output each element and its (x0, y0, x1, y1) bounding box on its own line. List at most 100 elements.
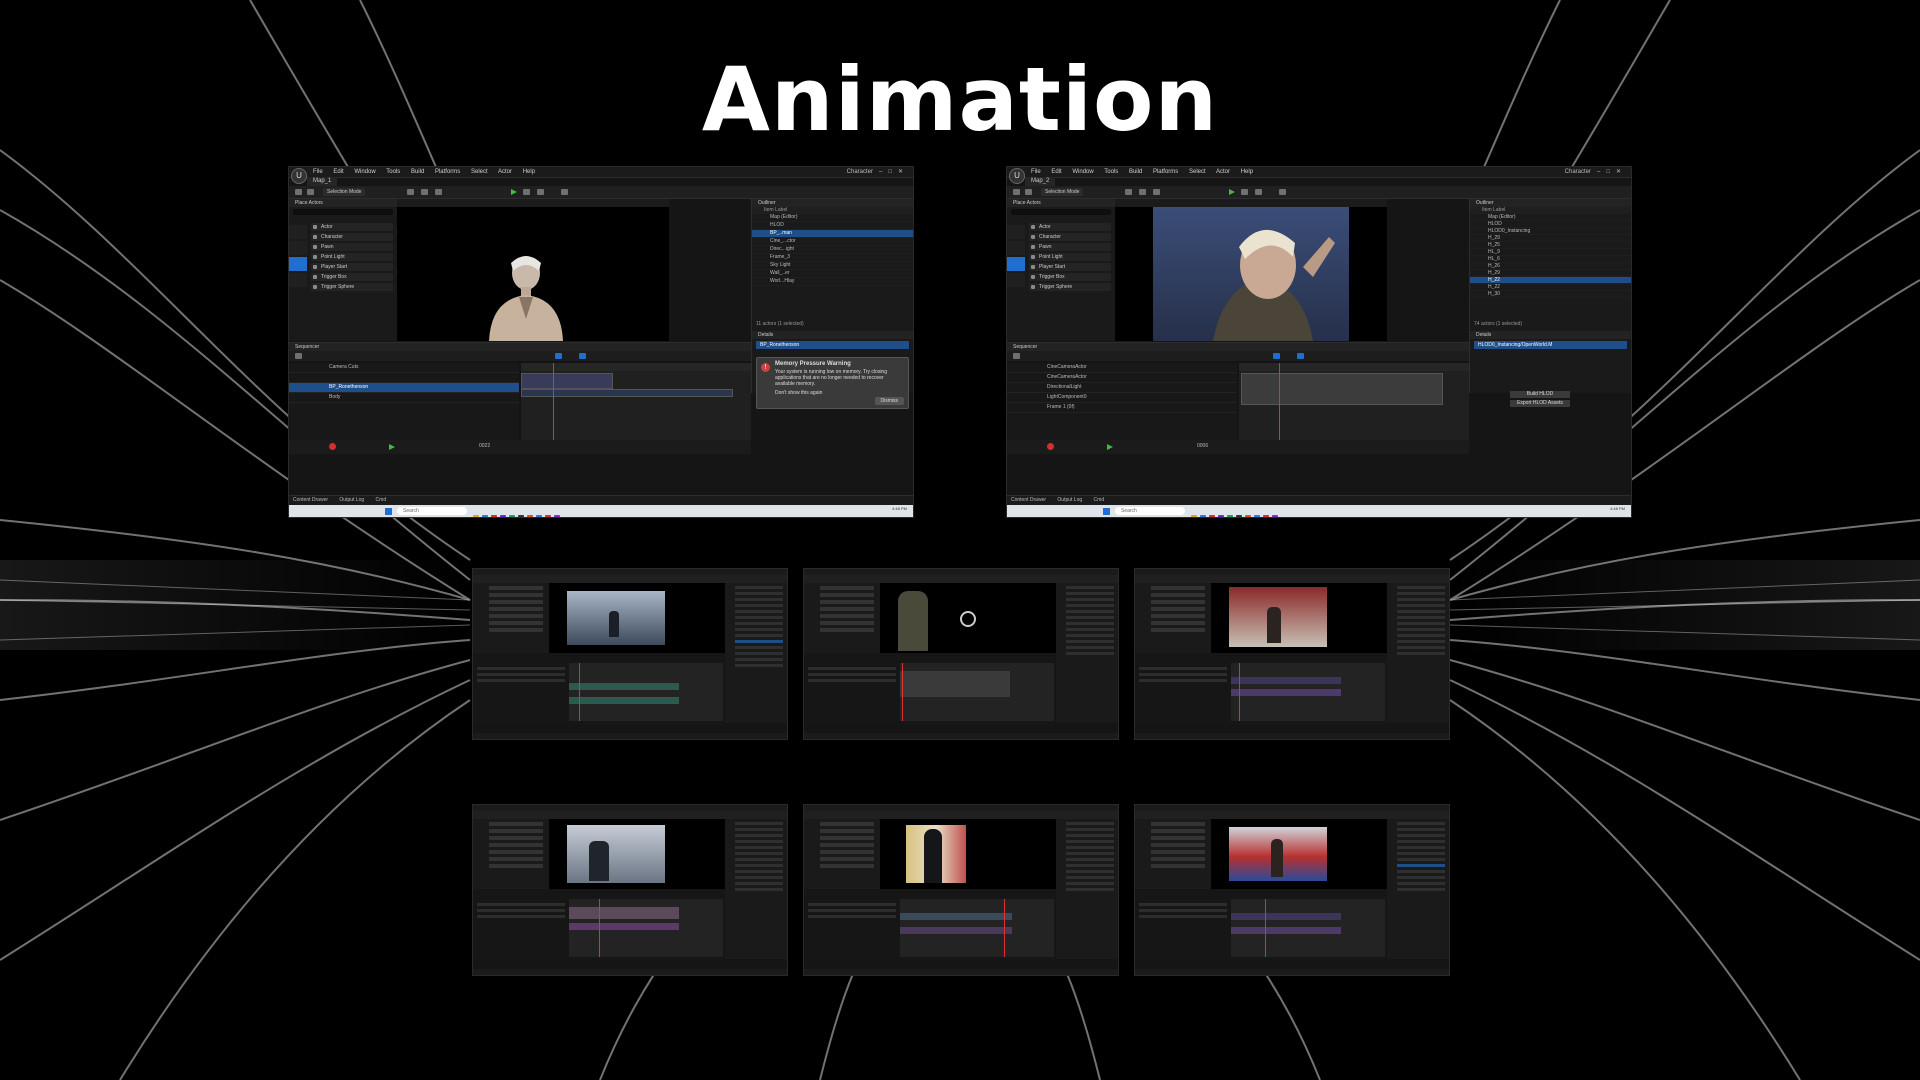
seq-track[interactable]: Frame 1 (0f) (1007, 403, 1237, 413)
map-tab[interactable]: Map_2 (1025, 177, 1056, 186)
menu-file[interactable]: File (1031, 169, 1041, 175)
unreal-icon[interactable] (1236, 515, 1242, 517)
outliner-row[interactable]: Map (Editor) (752, 214, 913, 222)
place-item[interactable]: Player Start (1029, 263, 1111, 271)
app-icon[interactable] (536, 515, 542, 517)
timeline-clip[interactable] (1241, 373, 1443, 405)
transport-play-icon[interactable] (389, 444, 395, 450)
menu-actor[interactable]: Actor (1216, 169, 1230, 175)
menu-edit[interactable]: Edit (333, 169, 343, 175)
cmd-button[interactable]: Cmd (1094, 497, 1105, 503)
chrome-icon[interactable] (1209, 515, 1215, 517)
menu-help[interactable]: Help (523, 169, 535, 175)
outliner-row[interactable]: Wall_..er (752, 270, 913, 278)
level-viewport[interactable] (397, 199, 669, 341)
menu-edit[interactable]: Edit (1051, 169, 1061, 175)
add-icon[interactable] (407, 189, 414, 195)
snap-icon[interactable] (1273, 353, 1280, 359)
chrome-icon[interactable] (491, 515, 497, 517)
map-tab[interactable]: Map_1 (307, 177, 338, 186)
playhead[interactable] (1279, 363, 1280, 440)
platforms-icon[interactable] (1279, 189, 1286, 195)
step-icon[interactable] (1241, 189, 1248, 195)
add-icon[interactable] (1125, 189, 1132, 195)
outliner-row[interactable]: Map (Editor) (1470, 214, 1631, 221)
content-icon[interactable] (1025, 189, 1032, 195)
place-item[interactable]: Pawn (311, 243, 393, 251)
menu-build[interactable]: Build (411, 169, 424, 175)
seq-track[interactable]: DirectionalLight (1007, 383, 1237, 393)
output-log-button[interactable]: Output Log (339, 497, 364, 503)
menu-window[interactable]: Window (354, 169, 375, 175)
outliner-row[interactable]: Sky Light (752, 262, 913, 270)
menu-platforms[interactable]: Platforms (435, 169, 460, 175)
outliner-row[interactable]: Frame_3 (752, 254, 913, 262)
viewport-toolbar[interactable] (397, 199, 669, 207)
menu-select[interactable]: Select (1189, 169, 1206, 175)
place-item[interactable]: Point Light (311, 253, 393, 261)
app-icon[interactable] (554, 515, 560, 517)
record-icon[interactable] (1047, 443, 1054, 450)
outliner-columns[interactable]: Item Label (752, 207, 913, 214)
folder-icon[interactable] (1191, 515, 1197, 517)
place-item[interactable]: Character (311, 233, 393, 241)
frame-readout[interactable]: 0006 (1197, 443, 1208, 449)
menu-actor[interactable]: Actor (498, 169, 512, 175)
place-item[interactable]: Actor (311, 223, 393, 231)
place-actors-search[interactable] (293, 209, 393, 215)
edge-icon[interactable] (1200, 515, 1206, 517)
snap-icon[interactable] (555, 353, 562, 359)
start-icon[interactable] (1103, 508, 1110, 515)
menu-tools[interactable]: Tools (1104, 169, 1118, 175)
menu-help[interactable]: Help (1241, 169, 1253, 175)
category-lights[interactable] (289, 257, 307, 271)
content-icon[interactable] (307, 189, 314, 195)
save-icon[interactable] (1013, 189, 1020, 195)
outliner-row[interactable]: H_22 (1470, 277, 1631, 284)
app-icon[interactable] (545, 515, 551, 517)
output-log-button[interactable]: Output Log (1057, 497, 1082, 503)
menu-build[interactable]: Build (1129, 169, 1142, 175)
playhead[interactable] (553, 363, 554, 440)
place-item[interactable]: Trigger Sphere (311, 283, 393, 291)
outliner-row[interactable]: Worl...Hlay (752, 278, 913, 286)
seq-track[interactable]: LightComponent0 (1007, 393, 1237, 403)
category-basic[interactable] (1007, 241, 1025, 255)
category-shapes[interactable] (1007, 273, 1025, 287)
blueprint-icon[interactable] (421, 189, 428, 195)
window-controls[interactable]: –□✕ (1597, 167, 1627, 177)
play-icon[interactable] (511, 189, 517, 195)
place-item[interactable]: Point Light (1029, 253, 1111, 261)
place-actors-search[interactable] (1011, 209, 1111, 215)
outliner-row[interactable]: HLOD (752, 222, 913, 230)
outliner-row[interactable]: H_29 (1470, 235, 1631, 242)
sequencer-timeline[interactable] (521, 363, 751, 440)
blueprint-icon[interactable] (1139, 189, 1146, 195)
menu-tools[interactable]: Tools (386, 169, 400, 175)
seq-track[interactable]: Camera Cuts (289, 363, 519, 373)
outliner-row[interactable]: HLOD0_Instancing (1470, 228, 1631, 235)
category-shapes[interactable] (289, 273, 307, 287)
content-drawer-button[interactable]: Content Drawer (1011, 497, 1046, 503)
window-controls[interactable]: –□✕ (879, 167, 909, 177)
seq-track[interactable]: Body (289, 393, 519, 403)
edge-icon[interactable] (482, 515, 488, 517)
add-track-icon[interactable] (295, 353, 302, 359)
sequencer-timeline[interactable] (1239, 363, 1469, 440)
place-item[interactable]: Pawn (1029, 243, 1111, 251)
category-lights[interactable] (1007, 257, 1025, 271)
add-track-icon[interactable] (1013, 353, 1020, 359)
magnet-icon[interactable] (579, 353, 586, 359)
category-recent[interactable] (1007, 225, 1025, 239)
place-item[interactable]: Trigger Box (311, 273, 393, 281)
seq-track[interactable] (289, 373, 519, 383)
place-item[interactable]: Character (1029, 233, 1111, 241)
outliner-row[interactable]: H_22 (1470, 284, 1631, 291)
magnet-icon[interactable] (1297, 353, 1304, 359)
app-icon[interactable] (1218, 515, 1224, 517)
outliner-row[interactable]: H_29 (1470, 270, 1631, 277)
outliner-row[interactable]: H_30 (1470, 291, 1631, 298)
outliner-row[interactable]: H_26 (1470, 263, 1631, 270)
category-basic[interactable] (289, 241, 307, 255)
app-icon[interactable] (527, 515, 533, 517)
